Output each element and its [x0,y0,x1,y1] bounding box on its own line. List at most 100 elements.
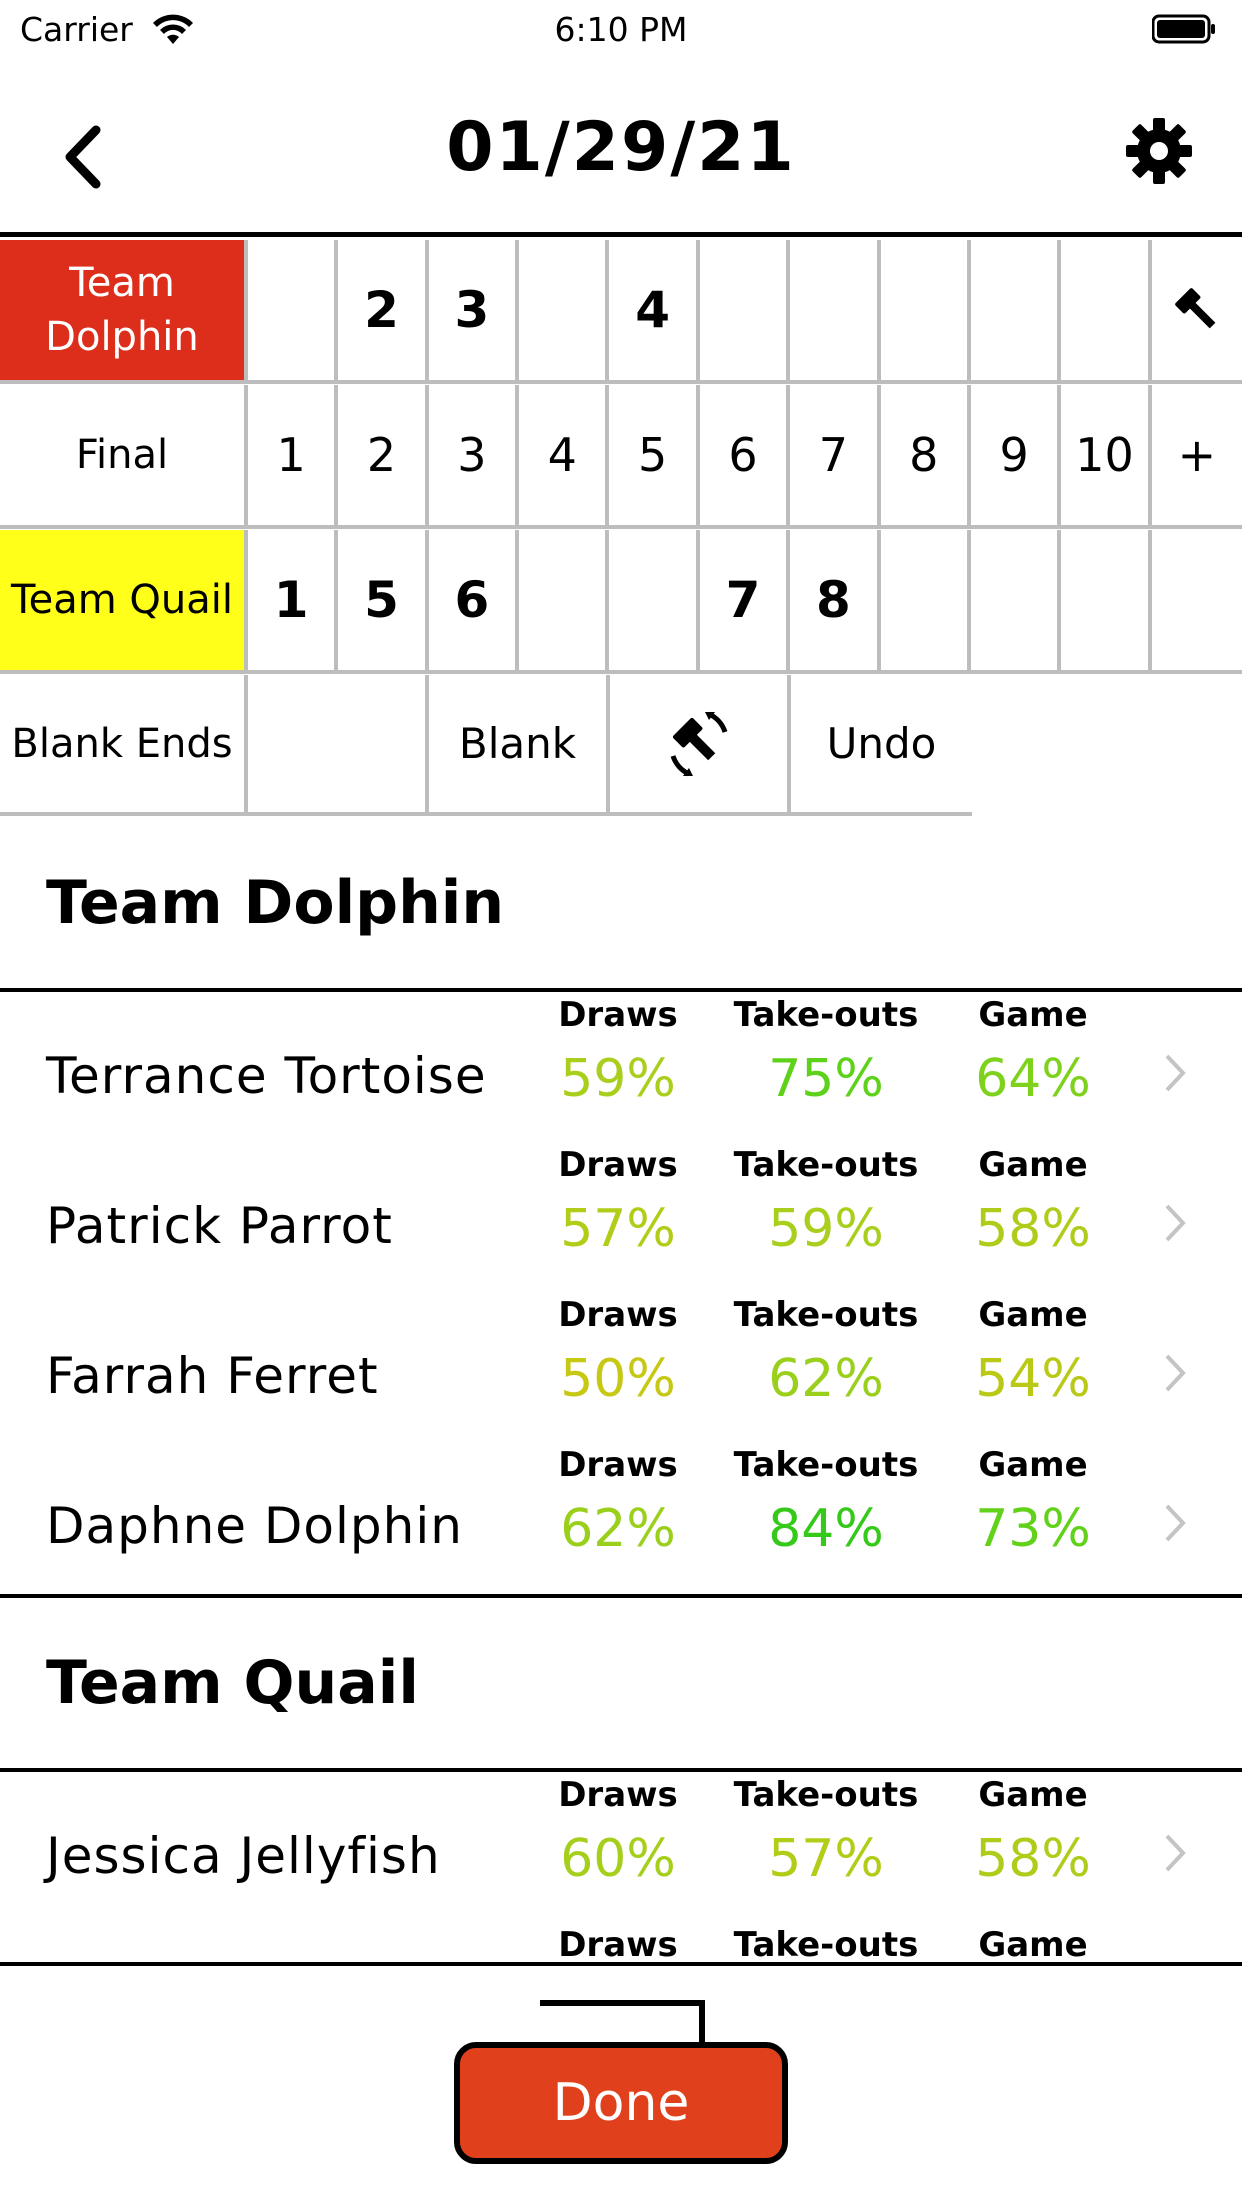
hammer-icon [1175,288,1216,329]
game-label: Game [978,1925,1088,1965]
chevron-right-icon [1165,1054,1186,1092]
game-stat: Game 73% [923,1445,1143,1559]
scoreboard-row-final: Final 1 2 3 4 5 6 7 8 9 10 + [0,385,1242,529]
blank-ends-label: Blank Ends [0,675,248,816]
end-cell[interactable]: 3 [428,240,520,384]
final-end-button[interactable]: 7 [790,385,881,529]
divider [0,1768,1242,1772]
done-button[interactable]: Done [454,2042,788,2164]
divider [0,988,1242,992]
end-cell[interactable]: 7 [699,530,791,674]
end-cell[interactable]: 5 [338,530,429,674]
game-value: 54% [975,1349,1091,1409]
game-label: Game [978,995,1088,1035]
chevron-right-icon [1165,1204,1186,1242]
end-cell[interactable]: 6 [428,530,520,674]
end-cell[interactable] [609,530,700,674]
divider [0,1594,1242,1598]
blank-button[interactable]: Blank [429,675,610,816]
takeouts-value: 62% [768,1349,884,1409]
final-end-button[interactable]: 10 [1061,385,1152,529]
game-stat: Game [923,1925,1143,1965]
chevron-right-icon [1165,1834,1186,1872]
end-cell[interactable] [970,530,1062,674]
final-header: Final [0,385,248,529]
takeouts-stat: Take-outs [716,1925,936,1965]
end-cell[interactable] [519,530,610,674]
draws-value: 62% [560,1499,676,1559]
draws-label: Draws [558,1775,678,1815]
swap-hammer-button[interactable] [610,675,791,816]
draws-label: Draws [558,1445,678,1485]
hammer-cell-empty[interactable] [1151,530,1242,674]
end-cell[interactable] [790,240,881,384]
draws-label: Draws [558,1295,678,1335]
blank-ends-list [248,675,429,816]
player-row[interactable]: Farrah Ferret Draws 50% Take-outs 62% Ga… [0,1295,1242,1445]
end-cell[interactable] [1061,530,1152,674]
draws-label: Draws [558,1145,678,1185]
status-bar: Carrier 6:10 PM [0,0,1242,62]
end-cell[interactable] [970,240,1062,384]
end-cell[interactable]: 1 [247,530,339,674]
takeouts-label: Take-outs [733,1145,919,1185]
page-title: 01/29/21 [446,108,796,187]
game-label: Game [978,1775,1088,1815]
battery-icon [1152,14,1215,44]
final-end-button[interactable]: 6 [699,385,791,529]
draws-value: 60% [560,1829,676,1889]
hammer-cell[interactable] [1151,240,1242,384]
gear-icon[interactable] [1124,116,1194,186]
player-row[interactable]: Terrance Tortoise Draws 59% Take-outs 75… [0,995,1242,1145]
player-row[interactable]: Jessica Jellyfish Draws 60% Take-outs 57… [0,1775,1242,1925]
end-cell[interactable]: 4 [609,240,700,384]
draws-stat: Draws 62% [508,1445,728,1559]
player-row[interactable]: Patrick Parrot Draws 57% Take-outs 59% G… [0,1145,1242,1295]
draws-stat: Draws 50% [508,1295,728,1409]
final-end-button[interactable]: 5 [609,385,700,529]
end-cell[interactable] [247,240,339,384]
final-end-button[interactable]: 1 [247,385,339,529]
scoreboard: Team Dolphin 2 3 4 Final 1 2 3 4 5 6 7 8… [0,232,1242,816]
takeouts-stat: Take-outs 75% [716,995,936,1109]
team-dolphin-header[interactable]: Team Dolphin [0,240,248,384]
end-cell[interactable] [880,530,971,674]
chevron-right-icon [1165,1504,1186,1542]
final-end-button[interactable]: 8 [880,385,971,529]
end-cell[interactable] [880,240,971,384]
player-name: Daphne Dolphin [46,1497,463,1555]
end-cell[interactable] [1061,240,1152,384]
player-name: Farrah Ferret [46,1347,379,1405]
final-end-button[interactable]: 4 [519,385,610,529]
clock: 6:10 PM [554,10,688,49]
draws-value: 59% [560,1049,676,1109]
chevron-right-icon [1165,1354,1186,1392]
takeouts-value: 57% [768,1829,884,1889]
team-quail-header[interactable]: Team Quail [0,530,248,674]
draws-label: Draws [558,1925,678,1965]
scoreboard-actions-row: Blank Ends Blank Undo [0,675,1242,816]
navigation-bar: 01/29/21 [0,82,1242,232]
final-end-button[interactable]: 3 [428,385,520,529]
takeouts-value: 84% [768,1499,884,1559]
takeouts-stat: Take-outs 84% [716,1445,936,1559]
takeouts-label: Take-outs [733,1445,919,1485]
end-cell[interactable] [699,240,791,384]
game-value: 64% [975,1049,1091,1109]
final-end-button[interactable]: 2 [338,385,429,529]
game-label: Game [978,1295,1088,1335]
game-value: 73% [975,1499,1091,1559]
add-end-button[interactable]: + [1151,385,1242,529]
draws-value: 50% [560,1349,676,1409]
end-cell[interactable] [519,240,610,384]
hammer-rotate-icon [670,711,727,776]
end-cell[interactable]: 8 [790,530,881,674]
final-end-button[interactable]: 9 [970,385,1062,529]
draws-stat: Draws 59% [508,995,728,1109]
draws-stat: Draws 60% [508,1775,728,1889]
player-row[interactable]: Daphne Dolphin Draws 62% Take-outs 84% G… [0,1445,1242,1595]
done-handle-icon [540,2000,705,2042]
end-cell[interactable]: 2 [338,240,429,384]
undo-button[interactable]: Undo [791,675,972,816]
scoreboard-row-team-quail: Team Quail 1 5 6 7 8 [0,530,1242,674]
